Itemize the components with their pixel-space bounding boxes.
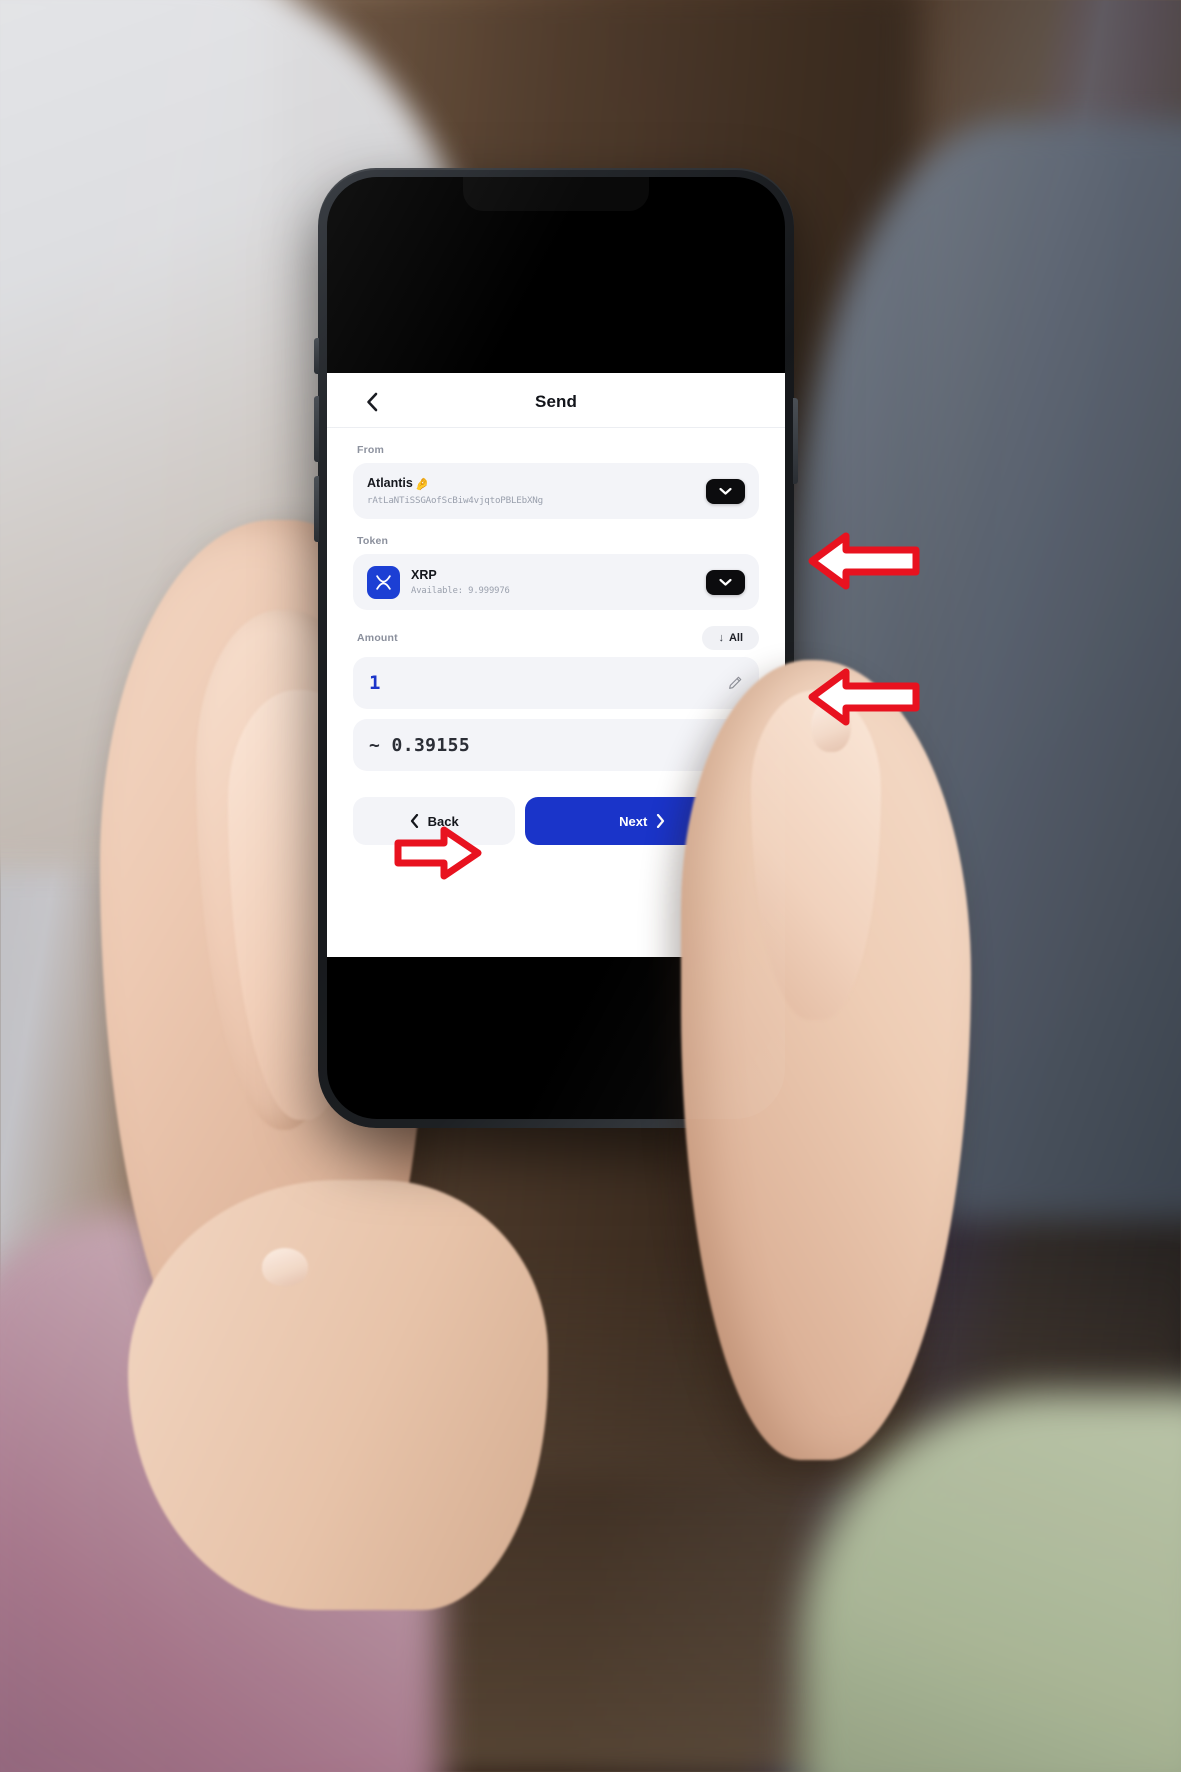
account-name: Atlantis <box>367 476 413 491</box>
all-button-label: All <box>728 632 743 644</box>
all-button[interactable]: ↓ All <box>702 626 759 650</box>
chevron-left-icon[interactable] <box>359 389 385 415</box>
token-label: Token <box>357 535 389 547</box>
back-button[interactable]: Back <box>353 797 516 845</box>
amount-header: Amount ↓ All <box>353 626 759 650</box>
page-title: Send <box>535 392 577 411</box>
left-hand-lower <box>128 1180 548 1610</box>
next-button-label: Next <box>619 813 648 829</box>
account-address: rAtLaNTiSSGAofScBiw4vjqtoPBLEbXNg <box>367 494 543 506</box>
amount-input-card[interactable]: 1 <box>353 657 759 709</box>
phone-notch <box>463 177 649 211</box>
photo-scene: Send From Atlantis 🤌 rAtLaNTiSSGAofScBiw… <box>0 0 1181 1772</box>
account-name-row: Atlantis 🤌 <box>367 476 706 492</box>
amount-label: Amount <box>357 632 398 644</box>
chevron-left-icon <box>410 814 418 828</box>
fiat-value-card: ~ 0.39155 USD <box>353 719 759 771</box>
from-account-card[interactable]: Atlantis 🤌 rAtLaNTiSSGAofScBiw4vjqtoPBLE… <box>353 463 759 519</box>
arrow-down-icon: ↓ <box>718 631 724 644</box>
token-card[interactable]: XRP Available: 9.999976 <box>353 554 759 610</box>
fingernail <box>262 1248 308 1286</box>
token-text: XRP Available: 9.999976 <box>411 568 510 597</box>
header-divider <box>327 427 785 428</box>
chevron-right-icon <box>657 814 665 828</box>
xrp-icon <box>367 565 400 599</box>
token-dropdown-button[interactable] <box>706 569 745 595</box>
token-available: Available: 9.999976 <box>411 586 510 597</box>
app-bar: Send <box>353 379 759 425</box>
from-dropdown-button[interactable] <box>706 478 745 504</box>
token-symbol: XRP <box>411 567 437 582</box>
pencil-icon[interactable] <box>727 675 743 691</box>
from-account-info: Atlantis 🤌 rAtLaNTiSSGAofScBiw4vjqtoPBLE… <box>367 476 706 506</box>
back-button-label: Back <box>427 813 459 829</box>
from-label: From <box>357 444 385 456</box>
fingernail-right <box>811 700 851 752</box>
amount-input[interactable]: 1 <box>369 672 381 694</box>
token-info: XRP Available: 9.999976 <box>367 565 706 599</box>
fiat-amount: ~ 0.39155 <box>369 734 471 756</box>
account-emoji: 🤌 <box>414 476 430 491</box>
